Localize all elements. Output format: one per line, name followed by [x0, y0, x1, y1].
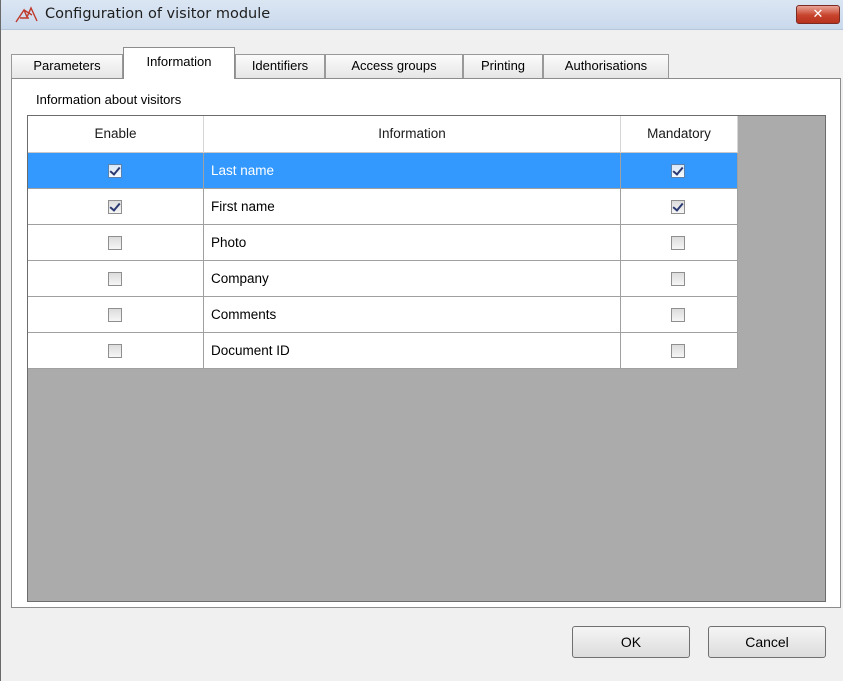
- mandatory-cell: [621, 261, 738, 297]
- grid-header: Enable Information Mandatory: [28, 116, 738, 153]
- mandatory-cell: [621, 189, 738, 225]
- enable-cell: [28, 225, 204, 261]
- enable-cell: [28, 297, 204, 333]
- mandatory-checkbox[interactable]: [671, 344, 685, 358]
- table-row[interactable]: Photo: [28, 225, 738, 261]
- mandatory-checkbox[interactable]: [671, 308, 685, 322]
- table-row[interactable]: Document ID: [28, 333, 738, 369]
- mandatory-checkbox[interactable]: [671, 236, 685, 250]
- enable-cell: [28, 333, 204, 369]
- app-logo-icon: [15, 6, 38, 23]
- table-row[interactable]: Company: [28, 261, 738, 297]
- enable-checkbox[interactable]: [108, 308, 122, 322]
- information-cell[interactable]: First name: [204, 189, 621, 225]
- tab-parameters[interactable]: Parameters: [11, 54, 123, 78]
- tab-authorisations[interactable]: Authorisations: [543, 54, 669, 78]
- tab-strip: Parameters Information Identifiers Acces…: [11, 47, 841, 79]
- tab-identifiers[interactable]: Identifiers: [235, 54, 325, 78]
- group-label: Information about visitors: [36, 92, 182, 107]
- enable-checkbox[interactable]: [108, 344, 122, 358]
- close-button[interactable]: ✕: [796, 5, 840, 24]
- visitor-module-config-window: Configuration of visitor module ✕ Parame…: [0, 0, 843, 681]
- mandatory-cell: [621, 333, 738, 369]
- column-header-information[interactable]: Information: [204, 116, 621, 153]
- enable-checkbox[interactable]: [108, 272, 122, 286]
- column-header-mandatory[interactable]: Mandatory: [621, 116, 738, 153]
- information-cell[interactable]: Company: [204, 261, 621, 297]
- enable-checkbox[interactable]: [108, 164, 122, 178]
- column-header-enable[interactable]: Enable: [28, 116, 204, 153]
- enable-cell: [28, 261, 204, 297]
- information-cell[interactable]: Photo: [204, 225, 621, 261]
- tab-information[interactable]: Information: [123, 47, 235, 79]
- enable-cell: [28, 153, 204, 189]
- cancel-button[interactable]: Cancel: [708, 626, 826, 658]
- enable-checkbox[interactable]: [108, 236, 122, 250]
- ok-button[interactable]: OK: [572, 626, 690, 658]
- title-bar[interactable]: Configuration of visitor module ✕: [1, 0, 843, 30]
- information-grid[interactable]: Enable Information Mandatory Last name F…: [27, 115, 826, 602]
- mandatory-cell: [621, 297, 738, 333]
- tab-printing[interactable]: Printing: [463, 54, 543, 78]
- table-row[interactable]: Last name: [28, 153, 738, 189]
- enable-checkbox[interactable]: [108, 200, 122, 214]
- mandatory-checkbox[interactable]: [671, 200, 685, 214]
- table-row[interactable]: First name: [28, 189, 738, 225]
- table-row[interactable]: Comments: [28, 297, 738, 333]
- enable-cell: [28, 189, 204, 225]
- information-cell[interactable]: Document ID: [204, 333, 621, 369]
- tab-access-groups[interactable]: Access groups: [325, 54, 463, 78]
- information-cell[interactable]: Last name: [204, 153, 621, 189]
- window-title: Configuration of visitor module: [45, 6, 271, 22]
- mandatory-checkbox[interactable]: [671, 272, 685, 286]
- information-cell[interactable]: Comments: [204, 297, 621, 333]
- mandatory-cell: [621, 153, 738, 189]
- mandatory-cell: [621, 225, 738, 261]
- mandatory-checkbox[interactable]: [671, 164, 685, 178]
- close-icon: ✕: [812, 7, 824, 22]
